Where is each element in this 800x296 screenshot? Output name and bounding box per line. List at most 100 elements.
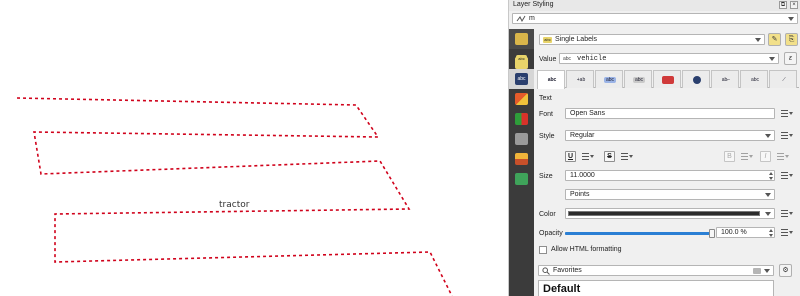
spin-up-icon[interactable] [769, 229, 773, 232]
mask-tab-icon: abc [633, 77, 645, 83]
search-icon [542, 267, 550, 275]
opacity-spinbox[interactable]: 100.0 % [716, 227, 775, 238]
value-abc-icon: abc [516, 55, 527, 63]
value-field[interactable]: abc vehicle [559, 53, 779, 64]
chevron-down-icon [755, 38, 761, 42]
feature-label: tractor [219, 200, 250, 210]
float-icon[interactable]: ⧉ [779, 1, 787, 9]
renderer-value: Single Labels [555, 36, 598, 43]
style-manager-button[interactable]: ✎ [768, 33, 781, 46]
shadow-icon [693, 76, 701, 84]
strikethrough-button[interactable]: S [604, 151, 615, 162]
style-preview-list[interactable]: Default [538, 280, 774, 296]
mask-icon[interactable] [515, 133, 528, 145]
renderer-combo[interactable]: abc Single Labels [539, 34, 765, 45]
actions-icon[interactable] [515, 173, 528, 185]
callouts-tab[interactable]: ab⌐ [711, 70, 739, 88]
data-defined-italic-button[interactable] [776, 151, 790, 162]
panel-title: Layer Styling [513, 1, 554, 8]
spin-down-icon[interactable] [769, 177, 773, 180]
labels-abc-icon[interactable]: abc [515, 73, 528, 85]
clear-search-icon[interactable] [753, 268, 761, 274]
field-type-icon: abc [563, 56, 572, 62]
style-label: Style [539, 133, 555, 140]
diagrams-icon[interactable] [515, 113, 528, 125]
rendering-icon[interactable] [515, 153, 528, 165]
font-value: Open Sans [570, 110, 606, 117]
data-defined-font-button[interactable] [780, 108, 794, 119]
3d-view-icon[interactable] [515, 93, 528, 105]
placement-icon: abc [750, 77, 760, 83]
color-button[interactable] [565, 208, 775, 219]
chevron-down-icon [769, 57, 775, 61]
style-combo[interactable]: Regular [565, 130, 775, 141]
opacity-slider-fill [565, 232, 713, 235]
placement-tab[interactable]: abc [740, 70, 768, 88]
italic-button[interactable]: I [760, 151, 771, 162]
layer-combo-value: m [529, 15, 535, 22]
size-spinbox[interactable]: 11.0000 [565, 170, 775, 181]
chevron-down-icon [765, 134, 771, 138]
chevron-down-icon [765, 212, 771, 216]
favorites-search[interactable]: Favorites [538, 265, 774, 276]
map-canvas[interactable]: tractor [0, 0, 508, 296]
text-tab-icon: abc [547, 77, 557, 83]
opacity-slider-handle[interactable] [709, 229, 715, 238]
symbology-icon[interactable] [515, 33, 528, 45]
data-defined-opacity-button[interactable] [780, 227, 794, 238]
mask-tab[interactable]: abc [624, 70, 652, 88]
open-style-manager-button[interactable]: ⚙ [779, 264, 792, 277]
brush-icon: ⟋ [782, 77, 786, 83]
formatting-icon: +ab [576, 77, 586, 83]
font-combo[interactable]: Open Sans [565, 108, 775, 119]
data-defined-bold-button[interactable] [740, 151, 754, 162]
labels-icon: abc [543, 37, 552, 43]
label-settings-tabs: abc +ab abc abc ab⌐ abc ⟋ [537, 70, 799, 89]
formatting-tab[interactable]: +ab [566, 70, 594, 88]
dashed-line-feature [16, 97, 453, 296]
rendering-tab[interactable]: ⟋ [769, 70, 797, 88]
underline-button[interactable]: U [565, 151, 576, 162]
layer-styling-panel: Layer Styling ⧉ × m abc abc Single Label… [508, 0, 800, 296]
value-field-text: vehicle [577, 55, 607, 63]
bold-button[interactable]: B [724, 151, 735, 162]
text-tab[interactable]: abc [537, 70, 565, 89]
line-layer-icon [516, 15, 526, 23]
data-defined-underline-button[interactable] [581, 151, 595, 162]
allow-html-checkbox[interactable] [539, 246, 547, 254]
style-sidebar: abc [509, 29, 534, 296]
background-icon [662, 76, 674, 84]
buffer-icon: abc [604, 77, 616, 83]
size-label: Size [539, 173, 553, 180]
map-features [16, 97, 453, 296]
spin-down-icon[interactable] [769, 234, 773, 237]
opacity-label: Opacity [539, 230, 563, 237]
spin-up-icon[interactable] [769, 172, 773, 175]
value-label: Value [539, 56, 557, 63]
layer-combo[interactable]: m [512, 13, 798, 24]
buffer-tab[interactable]: abc [595, 70, 623, 88]
color-swatch [568, 211, 760, 216]
paste-style-button[interactable]: ⎘ [785, 33, 798, 46]
background-tab[interactable] [653, 70, 681, 88]
data-defined-style-button[interactable] [780, 130, 794, 141]
data-defined-color-button[interactable] [780, 208, 794, 219]
expression-button[interactable]: ε [784, 52, 797, 65]
opacity-slider[interactable] [565, 232, 713, 235]
chevron-down-icon [765, 193, 771, 197]
color-label: Color [539, 211, 556, 218]
data-defined-strike-button[interactable] [620, 151, 634, 162]
data-defined-size-button[interactable] [780, 170, 794, 181]
default-heading: Default [543, 283, 581, 295]
text-heading: Text [539, 95, 552, 102]
shadow-tab[interactable] [682, 70, 710, 88]
favorites-search-text: Favorites [553, 267, 582, 274]
chevron-down-icon [764, 269, 770, 273]
opacity-value: 100.0 % [721, 229, 747, 236]
unit-combo[interactable]: Points [565, 189, 775, 200]
panel-titlebar: Layer Styling ⧉ × [509, 0, 800, 11]
style-value: Regular [570, 132, 595, 139]
close-icon[interactable]: × [790, 1, 798, 9]
unit-value: Points [570, 191, 590, 198]
allow-html-label: Allow HTML formatting [551, 246, 622, 253]
